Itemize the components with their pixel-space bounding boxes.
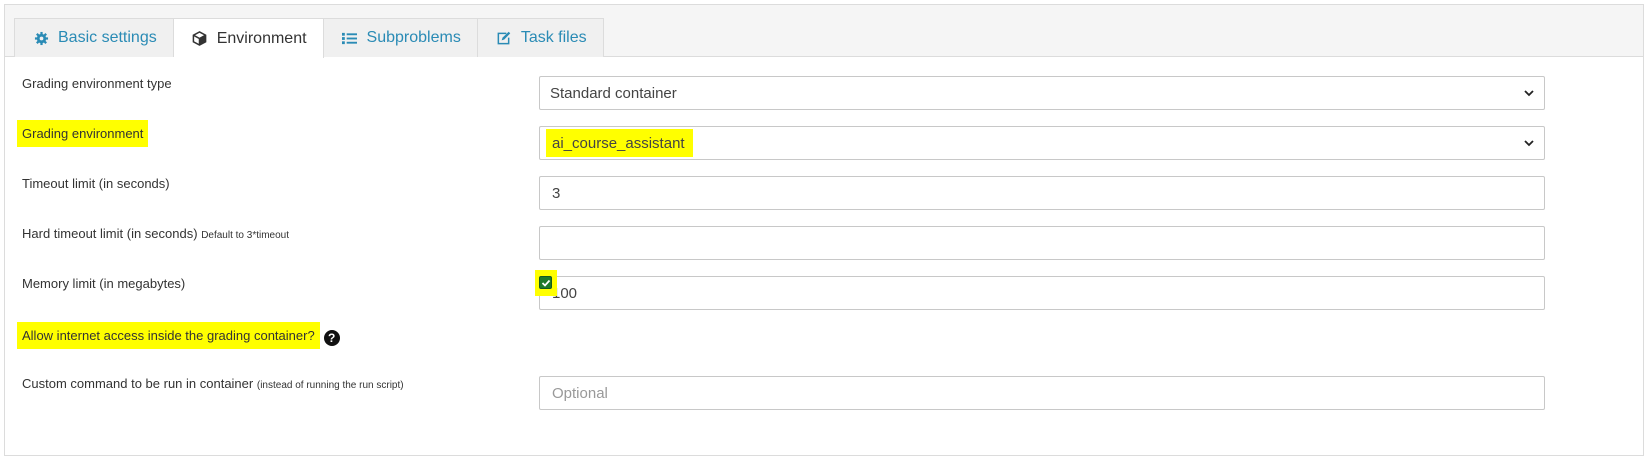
tab-task-files[interactable]: Task files	[477, 18, 604, 57]
help-icon[interactable]: ?	[323, 330, 340, 346]
tab-label: Subproblems	[366, 29, 461, 46]
internet-label-value: Allow internet access inside the grading…	[22, 328, 315, 343]
tab-basic-settings[interactable]: Basic settings	[14, 18, 174, 57]
custom-cmd-field[interactable]	[539, 376, 1545, 410]
internet-label: Allow internet access inside the grading…	[17, 322, 340, 349]
list-icon	[342, 30, 358, 46]
custom-cmd-input[interactable]	[550, 383, 1534, 403]
internet-checkbox-highlight	[535, 270, 557, 296]
edit-icon	[496, 30, 512, 46]
timeout-label: Timeout limit (in seconds)	[22, 176, 170, 191]
env-label-text: Grading environment	[17, 120, 149, 147]
cube-icon	[192, 31, 208, 47]
custom-cmd-label: Custom command to be run in container (i…	[22, 376, 404, 391]
tab-label: Task files	[520, 29, 587, 46]
hard-timeout-field[interactable]	[539, 226, 1545, 260]
tab-label: Environment	[216, 29, 307, 47]
timeout-input[interactable]	[550, 183, 1534, 203]
chevron-down-icon	[1524, 90, 1534, 97]
memory-input[interactable]	[550, 283, 1534, 303]
gear-icon	[33, 30, 49, 46]
internet-label-text: Allow internet access inside the grading…	[17, 322, 320, 349]
timeout-field[interactable]	[539, 176, 1545, 210]
hard-timeout-row: Hard timeout limit (in seconds) Default …	[5, 207, 1643, 260]
hard-timeout-label-text: Hard timeout limit (in seconds)	[22, 226, 198, 241]
custom-cmd-row: Custom command to be run in container (i…	[5, 357, 1643, 410]
timeout-row: Timeout limit (in seconds)	[5, 157, 1643, 210]
internet-checkbox[interactable]	[539, 276, 552, 289]
task-edit-panel: Basic settings Environment Subproblems T…	[4, 4, 1644, 456]
env-select[interactable]: ai_course_assistant	[539, 126, 1545, 160]
hard-timeout-label: Hard timeout limit (in seconds) Default …	[22, 226, 289, 241]
hard-timeout-hint: Default to 3*timeout	[201, 230, 290, 241]
memory-row: Memory limit (in megabytes)	[5, 257, 1643, 310]
internet-row: Allow internet access inside the grading…	[5, 307, 1643, 357]
env-label: Grading environment	[17, 120, 149, 147]
env-row: Grading environment ai_course_assistant	[5, 107, 1643, 160]
env-value: ai_course_assistant	[546, 129, 693, 157]
memory-label: Memory limit (in megabytes)	[22, 276, 186, 291]
hard-timeout-input[interactable]	[550, 233, 1534, 253]
tab-environment[interactable]: Environment	[173, 18, 324, 58]
tabs: Basic settings Environment Subproblems T…	[14, 18, 604, 58]
env-type-value: Standard container	[550, 84, 677, 102]
custom-cmd-label-text: Custom command to be run in container	[22, 376, 254, 391]
tab-bar: Basic settings Environment Subproblems T…	[5, 5, 1643, 58]
tab-label: Basic settings	[58, 29, 157, 46]
memory-field[interactable]	[539, 276, 1545, 310]
env-type-label: Grading environment type	[22, 76, 172, 91]
environment-form: Grading environment type Standard contai…	[5, 57, 1643, 410]
env-type-row: Grading environment type Standard contai…	[5, 57, 1643, 110]
chevron-down-icon	[1524, 140, 1534, 147]
check-icon	[541, 279, 551, 287]
env-type-select[interactable]: Standard container	[539, 76, 1545, 110]
tab-subproblems[interactable]: Subproblems	[323, 18, 478, 57]
custom-cmd-hint: (instead of running the run script)	[256, 380, 404, 391]
